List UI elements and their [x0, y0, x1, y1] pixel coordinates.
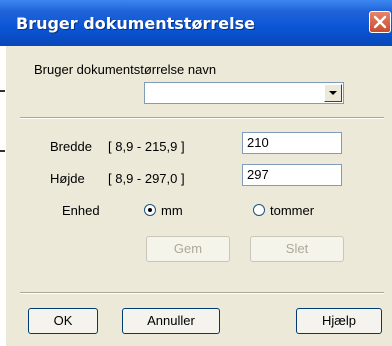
title-bar[interactable]: Bruger dokumentstørrelse: [0, 0, 392, 46]
cancel-button[interactable]: Annuller: [122, 308, 220, 334]
save-button[interactable]: Gem: [146, 236, 230, 262]
separator-top: [20, 117, 384, 119]
help-button[interactable]: Hjælp: [296, 308, 382, 334]
ok-button[interactable]: OK: [28, 308, 98, 334]
name-label: Bruger dokumentstørrelse navn: [34, 62, 217, 77]
close-button[interactable]: [369, 11, 391, 33]
window-title: Bruger dokumentstørrelse: [16, 14, 255, 33]
height-range: [ 8,9 - 297,0 ]: [108, 171, 185, 186]
unit-radio-tommer[interactable]: [253, 204, 265, 216]
left-edge-strip: [0, 46, 6, 346]
edge-mark: [0, 150, 5, 152]
delete-button[interactable]: Slet: [250, 236, 344, 262]
separator-bottom: [20, 292, 384, 294]
width-label: Bredde: [50, 139, 92, 154]
edge-mark: [0, 90, 5, 92]
unit-radio-mm[interactable]: [144, 204, 156, 216]
name-combobox[interactable]: [144, 82, 344, 104]
unit-option-tommer-label[interactable]: tommer: [270, 203, 314, 218]
height-input[interactable]: 297: [242, 164, 342, 186]
close-icon: [373, 15, 387, 29]
radio-selected-dot: [148, 208, 152, 212]
dialog-window: Bruger dokumentstørrelse Bruger dokument…: [0, 0, 392, 346]
chevron-down-icon: [329, 91, 337, 95]
height-label: Højde: [50, 171, 85, 186]
unit-label: Enhed: [62, 203, 100, 218]
unit-option-mm-label[interactable]: mm: [161, 203, 183, 218]
width-input[interactable]: 210: [242, 132, 342, 154]
width-range: [ 8,9 - 215,9 ]: [108, 139, 185, 154]
combo-dropdown-button[interactable]: [324, 84, 342, 102]
